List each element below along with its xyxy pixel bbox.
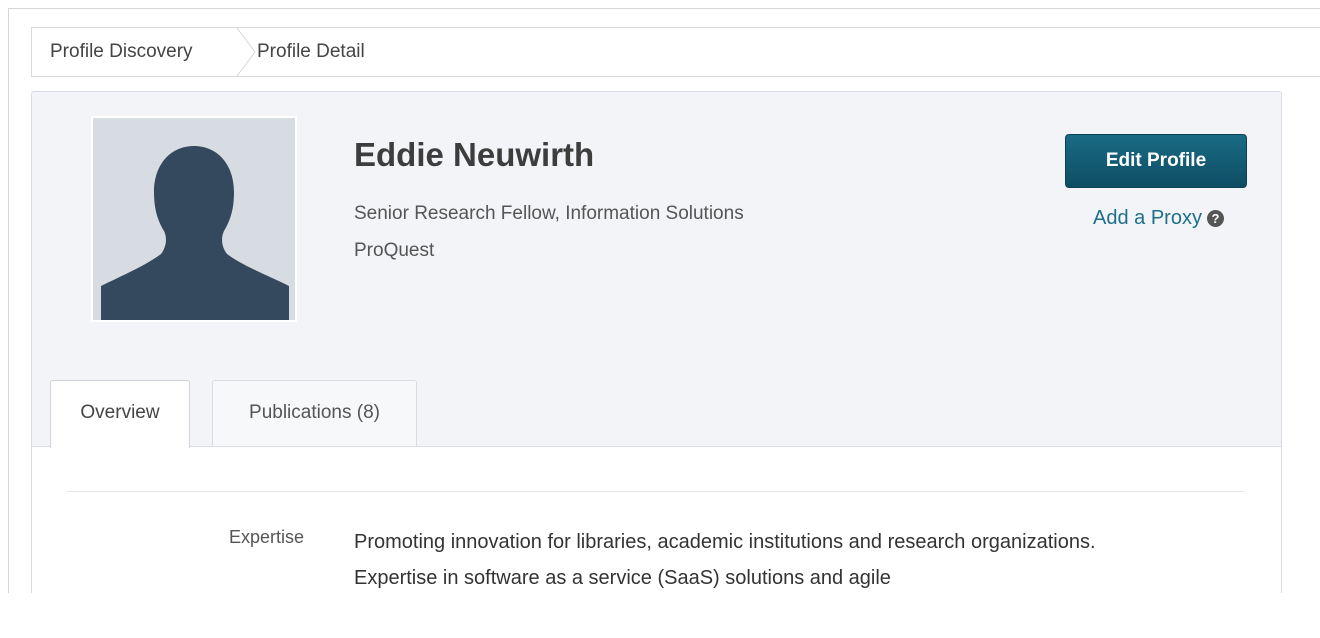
breadcrumb-separator-icon (236, 28, 256, 76)
tab-publications[interactable]: Publications (8) (212, 380, 417, 447)
breadcrumb-profile-discovery[interactable]: Profile Discovery (50, 28, 193, 76)
expertise-text: Promoting innovation for libraries, acad… (354, 531, 1096, 589)
person-silhouette-icon (101, 146, 289, 320)
profile-name: Eddie Neuwirth (354, 136, 595, 173)
edit-profile-button[interactable]: Edit Profile (1065, 134, 1247, 188)
add-proxy-label: Add a Proxy (1093, 207, 1202, 229)
add-proxy-link[interactable]: Add a Proxy ? (1093, 207, 1224, 230)
breadcrumb: Profile Discovery Profile Detail (31, 27, 1320, 77)
breadcrumb-profile-detail: Profile Detail (257, 41, 365, 62)
viewport-cutoff (0, 593, 1320, 638)
section-divider (66, 491, 1244, 492)
question-circle-icon[interactable]: ? (1206, 210, 1224, 227)
expertise-label: Expertise (229, 527, 305, 547)
profile-organization: ProQuest (354, 240, 435, 261)
tab-overview[interactable]: Overview (50, 380, 190, 448)
avatar (91, 116, 297, 322)
profile-title: Senior Research Fellow, Information Solu… (354, 203, 744, 224)
